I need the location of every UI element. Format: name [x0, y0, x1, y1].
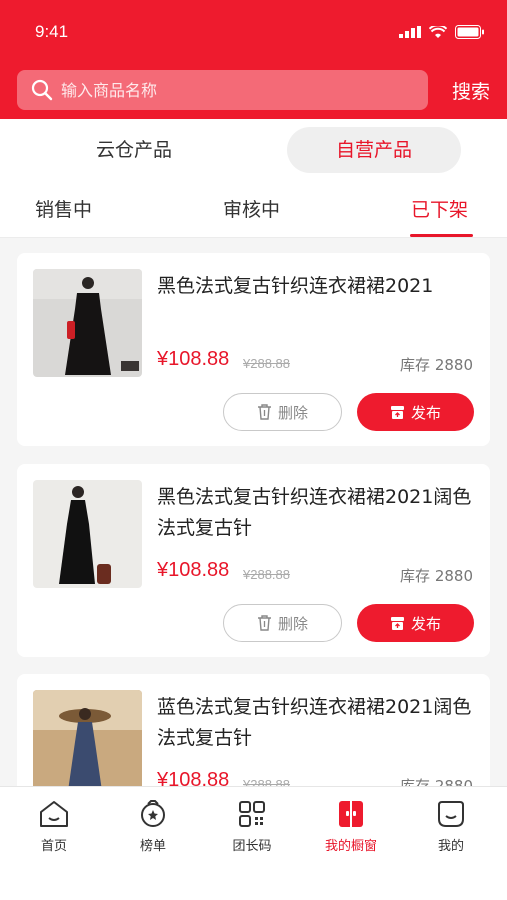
delete-button[interactable]: 删除	[223, 604, 342, 642]
product-price: ¥108.88	[157, 348, 230, 370]
publish-icon	[390, 616, 404, 630]
publish-button[interactable]: 发布	[357, 604, 474, 642]
header: 9:41 搜索	[0, 0, 507, 119]
tab-reviewing[interactable]: 审核中	[223, 195, 280, 222]
tab-offshelf[interactable]: 已下架	[411, 195, 468, 222]
active-tab-indicator	[410, 234, 473, 237]
qr-code-icon	[239, 801, 265, 827]
publish-icon	[390, 405, 404, 419]
product-stock: 库存 2880	[400, 356, 473, 374]
product-card: 黑色法式复古针织连衣裙裙2021阔色法式复古针 ¥108.88 ¥288.88 …	[17, 464, 490, 657]
tab-leader-code-label: 团长码	[232, 839, 272, 854]
product-image[interactable]	[33, 480, 142, 588]
delete-label: 删除	[277, 614, 308, 633]
storefront-icon	[339, 801, 363, 827]
tab-mine-label: 我的	[437, 839, 464, 854]
product-image[interactable]	[33, 269, 142, 377]
delete-label: 删除	[277, 403, 308, 422]
product-title: 蓝色法式复古针织连衣裙裙2021阔色法式复古针	[157, 696, 472, 749]
tab-home[interactable]: 首页	[14, 799, 94, 854]
publish-label: 发布	[410, 403, 441, 422]
publish-button[interactable]: 发布	[357, 393, 474, 431]
status-time: 9:41	[35, 22, 69, 41]
search-icon	[31, 79, 53, 101]
tab-home-label: 首页	[40, 839, 67, 854]
product-card: 黑色法式复古针织连衣裙裙2021 ¥108.88 ¥288.88 库存 2880…	[17, 253, 490, 446]
product-stock: 库存 2880	[400, 567, 473, 585]
segment-cloud-products[interactable]: 云仓产品	[47, 127, 221, 173]
bottom-tab-bar: 首页 榜单 团长码 我的橱窗 我的	[0, 786, 507, 900]
product-source-switch: 云仓产品 自营产品	[0, 119, 507, 183]
delete-button[interactable]: 删除	[223, 393, 342, 431]
home-icon	[40, 801, 68, 827]
product-price: ¥108.88	[157, 559, 230, 581]
tab-ranking-label: 榜单	[139, 839, 166, 854]
search-box[interactable]	[17, 70, 428, 110]
tab-my-window[interactable]: 我的橱窗	[311, 799, 391, 854]
search-row: 搜索	[17, 70, 490, 110]
status-tabs: 销售中 审核中 已下架	[0, 183, 507, 238]
battery-icon	[455, 25, 484, 39]
trash-icon	[257, 615, 271, 631]
tab-mine[interactable]: 我的	[411, 799, 491, 854]
tab-selling[interactable]: 销售中	[35, 195, 92, 222]
tab-ranking[interactable]: 榜单	[113, 799, 193, 854]
wifi-icon	[429, 25, 447, 38]
search-input[interactable]	[61, 80, 401, 100]
product-original-price: ¥288.88	[243, 356, 290, 371]
search-button[interactable]: 搜索	[452, 77, 490, 104]
publish-label: 发布	[410, 614, 441, 633]
product-title: 黑色法式复古针织连衣裙裙2021	[157, 275, 434, 297]
signal-icon	[399, 26, 421, 38]
product-image[interactable]	[33, 690, 142, 798]
tab-leader-code[interactable]: 团长码	[212, 799, 292, 854]
segment-own-products[interactable]: 自营产品	[287, 127, 461, 173]
tab-my-window-label: 我的橱窗	[324, 839, 377, 854]
product-title: 黑色法式复古针织连衣裙裙2021阔色法式复古针	[157, 486, 472, 539]
trash-icon	[257, 404, 271, 420]
product-original-price: ¥288.88	[243, 567, 290, 582]
ranking-icon	[141, 800, 165, 827]
profile-icon	[438, 801, 464, 827]
status-bar: 9:41	[0, 0, 507, 62]
system-indicators	[399, 25, 485, 39]
